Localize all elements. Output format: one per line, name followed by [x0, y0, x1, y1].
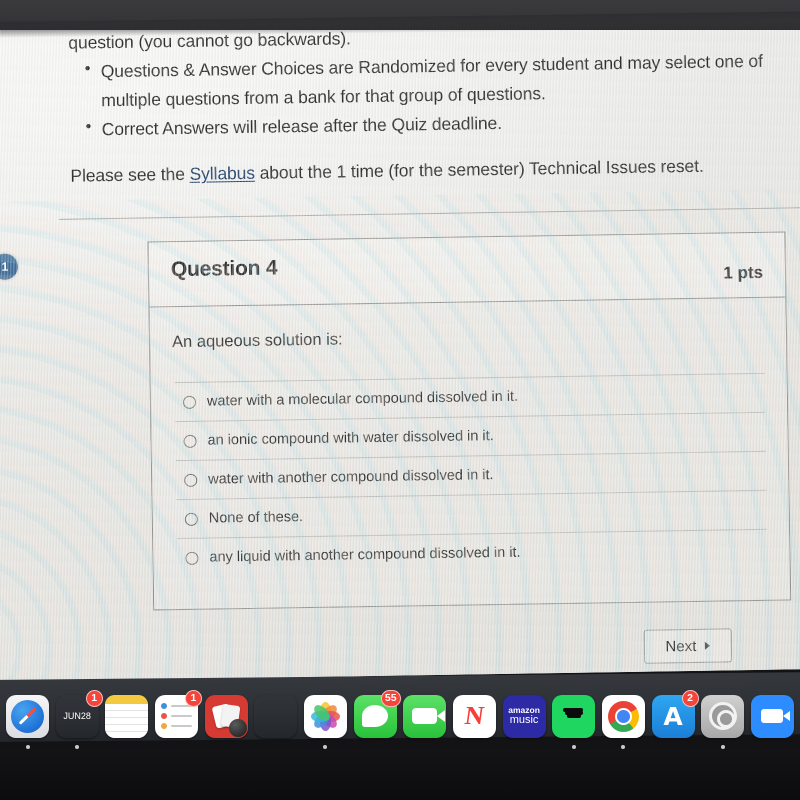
calendar-day-label: 28 — [80, 711, 91, 721]
running-indicator-dot — [75, 744, 80, 749]
zoom-camera-icon — [761, 709, 791, 723]
answer-choice-label: an ionic compound with water dissolved i… — [207, 428, 494, 449]
dock-item-safari[interactable] — [6, 694, 49, 749]
instructions-bullet-1: Questions & Answer Choices are Randomize… — [83, 46, 800, 114]
notification-badge: 2 — [681, 689, 699, 707]
syllabus-note: Please see the Syllabus about the 1 time… — [70, 150, 800, 190]
dock-item-appstore[interactable]: A2 — [651, 689, 699, 738]
quiz-instructions: question (you cannot go backwards). Ques… — [68, 17, 800, 190]
dock-item-messages[interactable]: 55 — [353, 689, 401, 738]
dock-item-notes[interactable] — [105, 694, 149, 738]
dock-item-calendar[interactable]: JUN 28 1 — [56, 689, 103, 749]
running-indicator-dot — [720, 744, 725, 749]
settings-app-icon[interactable] — [701, 694, 745, 738]
chrome-app-icon[interactable] — [601, 694, 645, 738]
radio-button-icon[interactable] — [184, 473, 198, 487]
answer-choice-label: None of these. — [208, 509, 304, 527]
running-indicator-dot — [25, 744, 30, 749]
question-prompt: An aqueous solution is: — [171, 330, 343, 352]
news-letter-n-icon: N — [463, 701, 486, 730]
dock-item-chrome[interactable] — [601, 694, 645, 749]
reminder-dot-icon — [160, 723, 167, 729]
dock: JUN 28 1 1 55 Namazon music A 2 — [0, 684, 800, 749]
calendar-month-label: JUN — [63, 711, 81, 721]
syllabus-note-prefix: Please see the — [70, 164, 190, 187]
question-card: Question 4 1 pts An aqueous solution is:… — [147, 231, 792, 611]
radio-button-icon[interactable] — [182, 395, 197, 409]
notes-app-icon[interactable] — [105, 694, 149, 738]
spotify-app-icon[interactable] — [552, 694, 596, 738]
app-store-a-icon: A — [663, 701, 683, 731]
camera-lens-icon — [228, 718, 247, 737]
cards-app-icon[interactable] — [204, 694, 248, 738]
reminder-line — [160, 723, 192, 729]
gear-icon — [708, 702, 737, 730]
dock-item-news[interactable]: N — [452, 694, 496, 738]
photo-of-laptop-screen: question (you cannot go backwards). Ques… — [0, 0, 800, 800]
syllabus-link[interactable]: Syllabus — [189, 163, 255, 184]
notification-badge: 1 — [85, 689, 103, 707]
question-header: Question 4 1 pts — [148, 232, 786, 308]
running-indicator-dot — [571, 744, 576, 749]
amazon-app-icon[interactable]: amazon music — [502, 694, 546, 738]
dock-item-reminders[interactable]: 1 — [154, 689, 202, 738]
compass-needle-icon — [18, 707, 37, 725]
music-wordmark: music — [509, 713, 539, 726]
reminder-line — [160, 713, 192, 719]
question-title: Question 4 — [170, 256, 278, 282]
dock-item-calculator[interactable] — [254, 695, 297, 738]
notes-header-strip — [105, 694, 149, 704]
safari-app-icon[interactable] — [6, 694, 49, 738]
radio-button-icon[interactable] — [184, 512, 198, 526]
reminder-bar — [170, 715, 192, 717]
desk-surface — [0, 748, 800, 800]
reminder-dot-icon — [160, 703, 167, 709]
spotify-waves-icon — [558, 701, 589, 731]
section-divider — [59, 206, 800, 220]
spotify-wave-bar — [566, 714, 581, 718]
chevron-right-icon — [705, 641, 711, 650]
dock-item-settings[interactable] — [701, 694, 745, 749]
zoom-app-icon[interactable] — [750, 694, 794, 738]
reminder-dot-icon — [160, 713, 167, 719]
syllabus-note-suffix: about the 1 time (for the semester) Tech… — [254, 156, 704, 184]
answer-choice-label: water with another compound dissolved in… — [208, 467, 494, 488]
radio-button-icon[interactable] — [185, 551, 199, 565]
next-button-label: Next — [665, 637, 697, 655]
question-body: An aqueous solution is: water with a mol… — [150, 297, 790, 583]
answer-choice-list: water with a molecular compound dissolve… — [174, 372, 768, 578]
notes-lines — [105, 703, 149, 738]
calculator-app-icon[interactable] — [254, 695, 297, 738]
answer-choice-label: water with a molecular compound dissolve… — [206, 388, 519, 410]
facetime-app-icon[interactable] — [403, 694, 447, 738]
reminder-bar — [170, 725, 192, 727]
next-button[interactable]: Next — [643, 628, 733, 664]
radio-button-icon[interactable] — [183, 434, 197, 448]
laptop-screen: question (you cannot go backwards). Ques… — [0, 8, 800, 682]
dock-item-amazon[interactable]: amazon music — [502, 694, 546, 738]
speech-bubble-icon — [362, 705, 389, 727]
notification-badge: 55 — [380, 689, 401, 707]
compass-icon — [11, 699, 44, 733]
answer-choice-label: any liquid with another compound dissolv… — [209, 544, 521, 566]
dock-item-cards[interactable] — [204, 694, 248, 738]
dock-item-facetime[interactable] — [403, 694, 447, 738]
screen-bezel-top — [0, 0, 800, 30]
running-indicator-dot — [323, 744, 328, 749]
photos-flower-icon — [310, 701, 341, 732]
instructions-bullet-list: Questions & Answer Choices are Randomize… — [83, 46, 800, 143]
dock-item-zoom[interactable] — [750, 694, 794, 738]
photos-app-icon[interactable] — [303, 694, 347, 738]
notification-badge: 1 — [184, 689, 202, 707]
dock-item-spotify[interactable] — [552, 694, 596, 749]
running-indicator-dot — [621, 744, 626, 749]
question-nav-badge-1[interactable]: 1 — [0, 253, 19, 280]
answer-choice[interactable]: any liquid with another compound dissolv… — [177, 530, 768, 577]
video-camera-icon — [412, 708, 446, 724]
question-points: 1 pts — [723, 262, 764, 283]
news-app-icon[interactable]: N — [452, 694, 496, 738]
dock-item-photos[interactable] — [303, 694, 347, 749]
chrome-logo-icon — [607, 700, 639, 732]
